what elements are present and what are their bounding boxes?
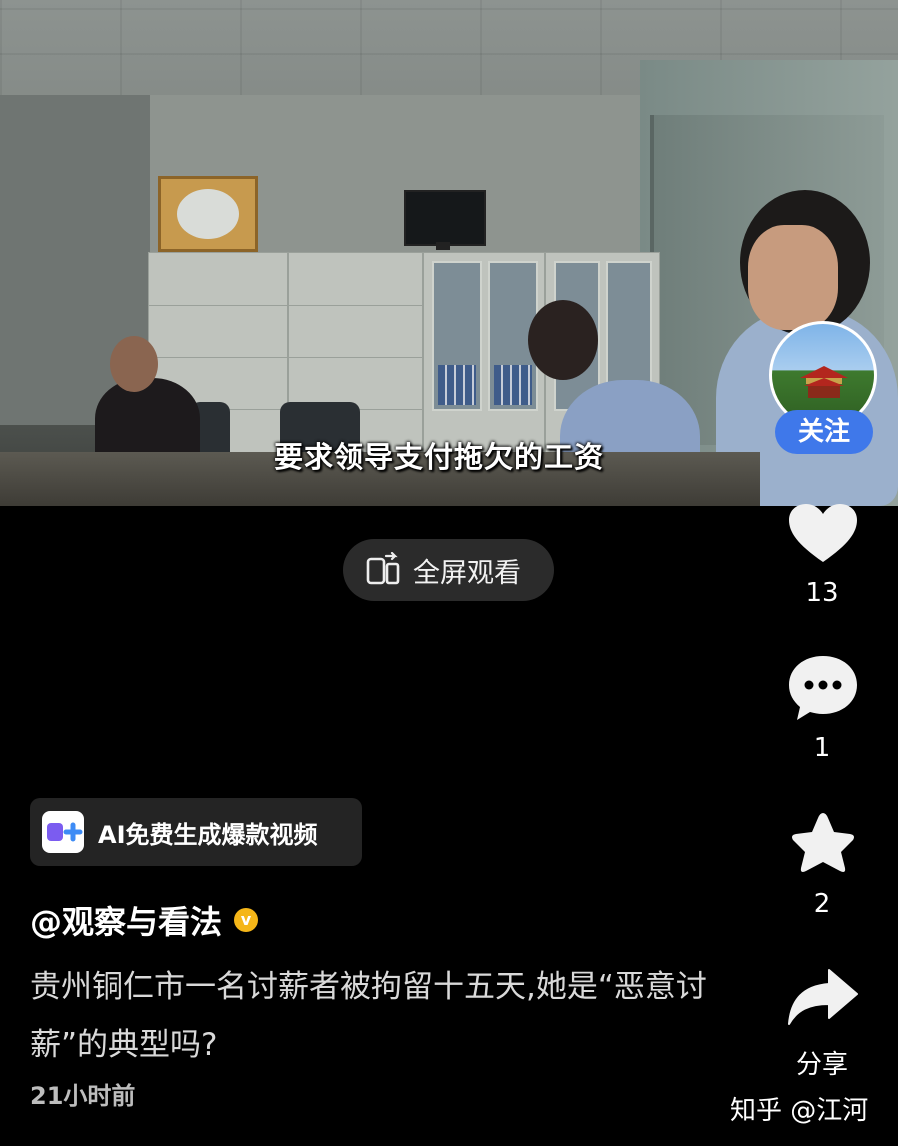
watermark: 知乎 @江河 bbox=[730, 1096, 869, 1126]
fullscreen-rotate-icon bbox=[366, 552, 400, 585]
person-left-head bbox=[110, 336, 158, 392]
share-label: 分享 bbox=[795, 1050, 848, 1080]
person-middle-head bbox=[528, 300, 598, 380]
fullscreen-label: 全屏观看 bbox=[413, 557, 521, 589]
wall-clock bbox=[158, 176, 258, 252]
follow-button[interactable]: 关注 bbox=[775, 410, 873, 454]
star-icon[interactable] bbox=[787, 810, 859, 878]
comment-icon[interactable] bbox=[787, 654, 859, 722]
person-right-face bbox=[748, 225, 838, 330]
computer-monitor bbox=[404, 190, 486, 246]
post-time: 21小时前 bbox=[30, 1082, 136, 1110]
share-icon[interactable] bbox=[787, 966, 859, 1028]
verified-badge-icon: v bbox=[234, 908, 259, 932]
glass-cabinet bbox=[423, 252, 545, 462]
video-player[interactable]: 要求领导支付拖欠的工资 bbox=[0, 0, 898, 506]
like-count: 13 bbox=[805, 578, 839, 608]
favorite-count: 2 bbox=[813, 889, 831, 919]
pavilion-image bbox=[800, 366, 848, 398]
ai-video-logo-icon bbox=[42, 811, 84, 853]
heart-icon[interactable] bbox=[787, 502, 859, 564]
fullscreen-button[interactable]: 全屏观看 bbox=[343, 539, 554, 601]
ai-banner-label: AI免费生成爆款视频 bbox=[98, 820, 318, 849]
comment-count: 1 bbox=[813, 733, 831, 763]
ai-video-banner[interactable]: AI免费生成爆款视频 bbox=[30, 798, 362, 866]
author-name-row[interactable]: @观察与看法 v bbox=[30, 897, 259, 943]
author-name[interactable]: @观察与看法 bbox=[30, 897, 222, 943]
video-subtitle: 要求领导支付拖欠的工资 bbox=[274, 440, 605, 474]
monitor-stand bbox=[436, 242, 450, 250]
post-description[interactable]: 贵州铜仁市一名讨薪者被拘留十五天,她是“恶意讨薪”的典型吗? bbox=[30, 958, 710, 1074]
